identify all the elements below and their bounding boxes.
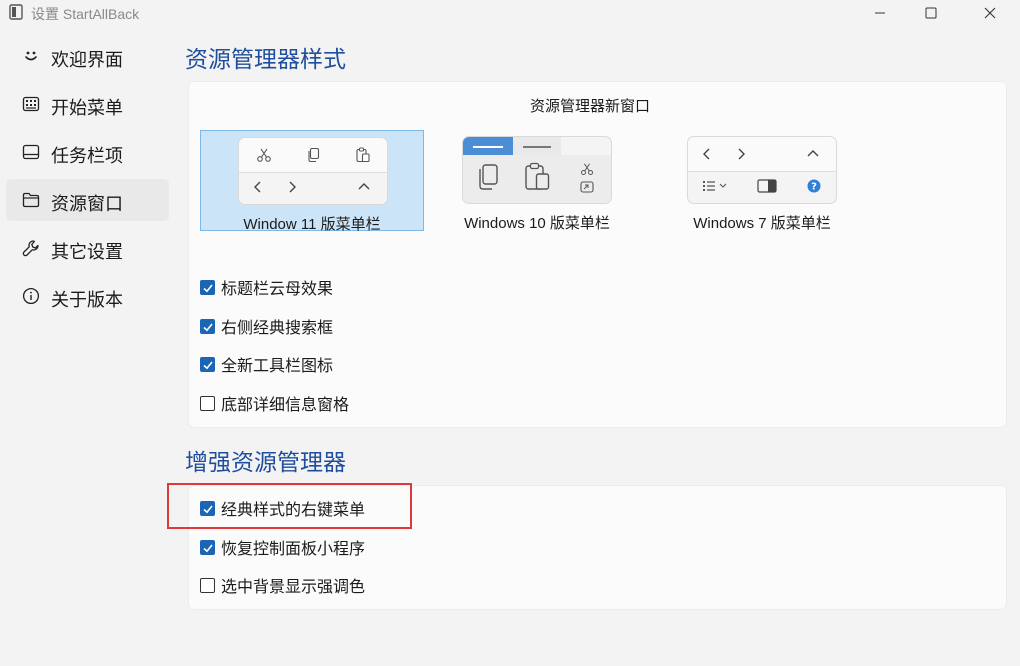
- checkbox-control-panel-applets[interactable]: 恢复控制面板小程序: [200, 537, 366, 558]
- help-icon: ?: [807, 179, 821, 193]
- checkbox-unchecked[interactable]: [200, 577, 215, 593]
- paste-icon: [356, 147, 370, 163]
- taskbar-icon: [22, 144, 40, 160]
- window-title: 设置 StartAllBack: [31, 6, 140, 22]
- win11-preview: [238, 137, 388, 205]
- style-option-win10[interactable]: Windows 10 版菜单栏: [425, 130, 649, 232]
- sidebar-item-explorer[interactable]: 资源窗口: [6, 179, 169, 221]
- sidebar-item-label: 其它设置: [51, 242, 123, 262]
- minimize-icon: [875, 12, 885, 14]
- minimize-button[interactable]: [855, 0, 905, 26]
- sidebar-item-label: 任务栏项: [51, 146, 123, 166]
- info-icon: [22, 287, 40, 305]
- close-icon: [984, 7, 996, 19]
- checkbox-label: 选中背景显示强调色: [221, 579, 366, 596]
- option-label: Windows 7 版菜单栏: [693, 215, 831, 232]
- back-arrow-icon: [703, 148, 710, 160]
- view-list-icon: [703, 181, 727, 191]
- checkbox-label: 全新工具栏图标: [221, 358, 334, 375]
- sidebar-item-label: 开始菜单: [51, 98, 123, 118]
- checkbox-label: 标题栏云母效果: [221, 281, 334, 298]
- checkbox-checked[interactable]: [200, 356, 215, 372]
- sidebar-item-start-menu[interactable]: 开始菜单: [6, 83, 169, 125]
- checkbox-label: 底部详细信息窗格: [221, 397, 350, 414]
- checkbox-label: 右侧经典搜索框: [221, 320, 334, 337]
- forward-arrow-icon: [289, 181, 296, 193]
- up-arrow-icon: [358, 183, 370, 190]
- maximize-button[interactable]: [906, 0, 956, 26]
- sidebar-item-taskbar[interactable]: 任务栏项: [6, 131, 169, 173]
- sidebar-item-label: 资源窗口: [51, 194, 123, 214]
- back-arrow-icon: [254, 181, 261, 193]
- section-title-enhance: 增强资源管理器: [185, 449, 346, 475]
- style-option-win11[interactable]: Window 11 版菜单栏: [200, 130, 424, 233]
- win7-preview: ?: [687, 136, 837, 204]
- checkbox-classic-search[interactable]: 右侧经典搜索框: [200, 316, 334, 337]
- title-bar: 设置 StartAllBack: [0, 0, 1020, 26]
- sidebar-item-welcome[interactable]: 欢迎界面: [6, 35, 169, 77]
- start-menu-icon: [22, 96, 40, 112]
- checkbox-details-pane[interactable]: 底部详细信息窗格: [200, 393, 350, 414]
- wrench-icon: [22, 240, 39, 257]
- checkbox-checked[interactable]: [200, 279, 215, 295]
- checkbox-unchecked[interactable]: [200, 395, 215, 411]
- checkbox-new-toolbar-icons[interactable]: 全新工具栏图标: [200, 354, 334, 375]
- up-arrow-icon: [807, 150, 819, 157]
- paste-icon: [525, 162, 550, 190]
- app-icon: [9, 4, 23, 20]
- sidebar-item-label: 关于版本: [51, 290, 123, 310]
- preview-pane-icon: [757, 179, 777, 193]
- smile-icon: [25, 51, 37, 61]
- annotation-highlight-box: [167, 483, 412, 529]
- section-title-explorer-style: 资源管理器样式: [185, 46, 346, 72]
- sidebar-item-other-settings[interactable]: 其它设置: [6, 227, 169, 269]
- forward-arrow-icon: [738, 148, 745, 160]
- sidebar-item-label: 欢迎界面: [51, 50, 123, 70]
- option-label: Windows 10 版菜单栏: [464, 215, 610, 232]
- sidebar-item-about[interactable]: 关于版本: [6, 275, 169, 317]
- cut-icon: [257, 148, 271, 162]
- maximize-icon: [925, 7, 937, 19]
- copy-icon: [479, 164, 498, 190]
- checkbox-label: 恢复控制面板小程序: [221, 541, 366, 558]
- checkbox-accent-selection[interactable]: 选中背景显示强调色: [200, 575, 366, 596]
- win10-preview: [462, 136, 612, 204]
- svg-text:?: ?: [811, 182, 817, 193]
- cut-icon: [581, 163, 593, 175]
- option-label: Window 11 版菜单栏: [243, 216, 381, 233]
- copy-icon: [308, 147, 320, 163]
- shortcut-icon: [580, 181, 594, 193]
- folder-icon: [22, 192, 40, 208]
- close-button[interactable]: [965, 0, 1015, 26]
- style-option-win7[interactable]: ? Windows 7 版菜单栏: [650, 130, 874, 232]
- checkbox-mica-titlebar[interactable]: 标题栏云母效果: [200, 277, 334, 298]
- checkbox-checked[interactable]: [200, 539, 215, 555]
- checkbox-checked[interactable]: [200, 318, 215, 334]
- new-window-subheading: 资源管理器新窗口: [529, 98, 650, 115]
